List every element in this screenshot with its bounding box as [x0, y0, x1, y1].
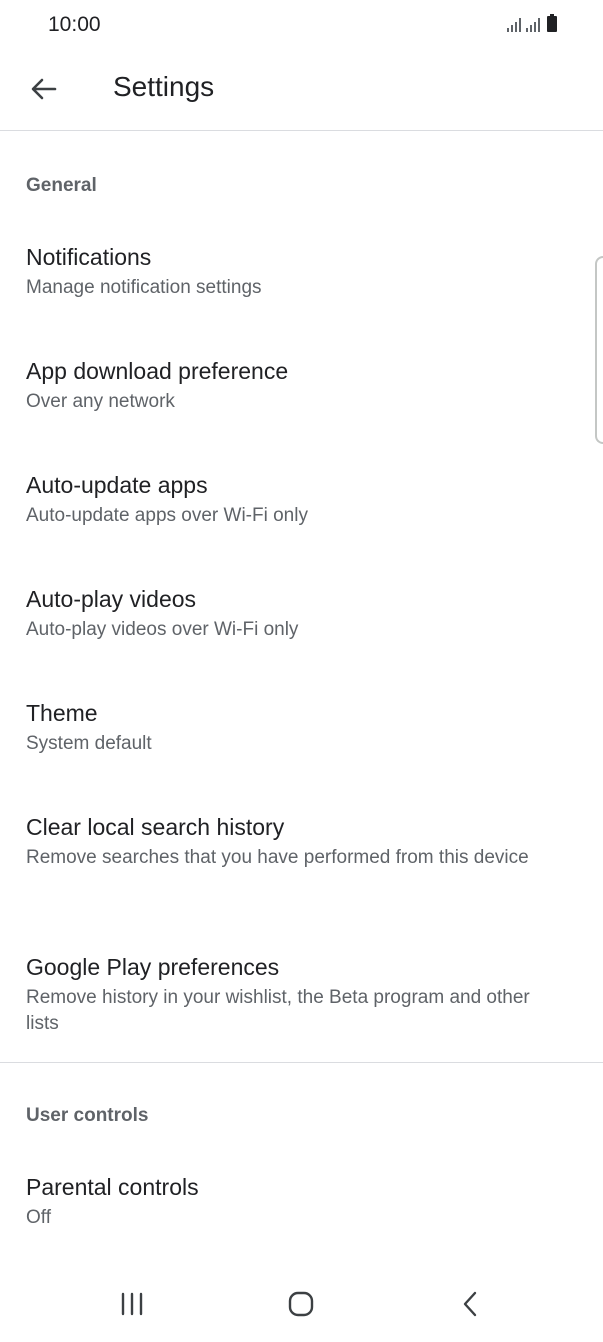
setting-parental-controls[interactable]: Parental controls Off [0, 1172, 603, 1242]
setting-auto-update-apps[interactable]: Auto-update apps Auto-update apps over W… [0, 470, 603, 540]
setting-theme[interactable]: Theme System default [0, 698, 603, 768]
home-icon [288, 1291, 314, 1317]
recent-apps-icon [121, 1292, 143, 1316]
setting-subtitle: Auto-update apps over Wi-Fi only [26, 505, 308, 526]
setting-title: Google Play preferences [26, 954, 280, 980]
setting-subtitle: Over any network [26, 391, 175, 412]
signal-icon [507, 18, 521, 32]
system-nav-bar [0, 1268, 603, 1342]
battery-icon [547, 14, 557, 32]
status-time: 10:00 [48, 13, 101, 36]
setting-notifications[interactable]: Notifications Manage notification settin… [0, 242, 603, 312]
nav-back-button[interactable] [440, 1280, 500, 1330]
section-header-general: General [26, 175, 97, 196]
section-header-user-controls: User controls [26, 1105, 149, 1126]
arrow-back-icon [31, 78, 57, 100]
status-icons [507, 14, 557, 32]
recent-apps-button[interactable] [102, 1280, 162, 1330]
setting-title: Auto-update apps [26, 472, 208, 498]
setting-subtitle: Auto-play videos over Wi-Fi only [26, 619, 299, 640]
back-button[interactable] [24, 69, 64, 109]
setting-subtitle: System default [26, 733, 152, 754]
setting-subtitle: Remove history in your wishlist, the Bet… [26, 987, 530, 1034]
setting-subtitle: Manage notification settings [26, 277, 262, 298]
setting-title: Clear local search history [26, 814, 285, 840]
setting-title: Theme [26, 700, 98, 726]
status-bar: 10:00 [0, 0, 603, 52]
back-icon [463, 1291, 477, 1317]
scrollbar[interactable] [595, 256, 603, 444]
app-bar: Settings [0, 52, 603, 131]
setting-auto-play-videos[interactable]: Auto-play videos Auto-play videos over W… [0, 584, 603, 654]
setting-title: Parental controls [26, 1174, 199, 1200]
section-divider [0, 1062, 603, 1063]
setting-app-download-preference[interactable]: App download preference Over any network [0, 356, 603, 426]
setting-subtitle: Remove searches that you have performed … [26, 847, 529, 868]
setting-clear-search-history[interactable]: Clear local search history Remove search… [0, 812, 603, 902]
home-button[interactable] [271, 1280, 331, 1330]
signal-icon [526, 18, 540, 32]
setting-title: App download preference [26, 358, 289, 384]
setting-title: Auto-play videos [26, 586, 197, 612]
setting-subtitle: Off [26, 1207, 51, 1228]
page-title: Settings [113, 71, 215, 102]
setting-title: Notifications [26, 244, 152, 270]
setting-google-play-preferences[interactable]: Google Play preferences Remove history i… [0, 952, 603, 1042]
